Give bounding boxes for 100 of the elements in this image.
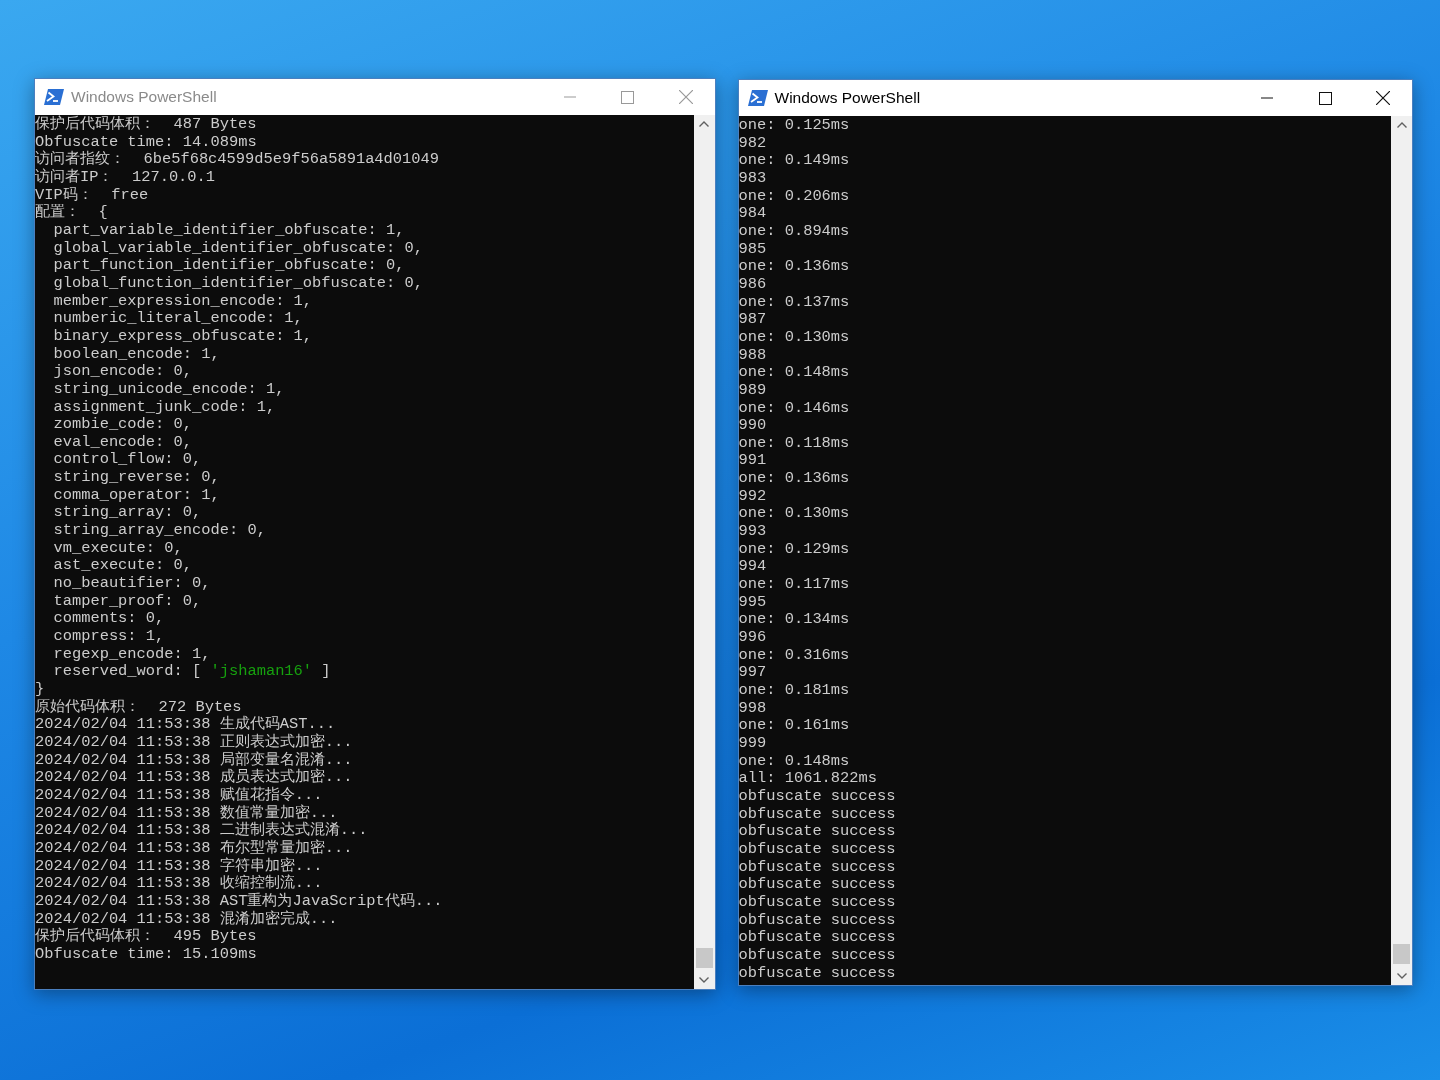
- console-line: comma_operator: 1,: [52, 486, 220, 505]
- console-line: one: 0.161ms: [738, 717, 850, 735]
- console-line: 991: [738, 452, 767, 471]
- console-line: 访问者指纹： 6be5f68c4599d5e9f56a5891a4d01049: [35, 151, 440, 169]
- console-line: 2024/02/04 11:53:38 数值常量加密...: [35, 804, 338, 822]
- console-line: obfuscate success: [738, 964, 896, 983]
- console-line: global_function_identifier_obfuscate: 0,: [52, 274, 423, 293]
- scrollbar-thumb[interactable]: [1393, 944, 1410, 964]
- scrollbar[interactable]: [1391, 116, 1412, 985]
- console-line: one: 0.118ms: [738, 434, 850, 453]
- powershell-icon: [44, 89, 64, 105]
- console-line: 2024/02/04 11:53:38 生成代码AST...: [35, 716, 336, 734]
- console-line: vm_execute: 0,: [52, 539, 183, 558]
- chevron-down-icon: [699, 977, 709, 983]
- console-line: 985: [738, 240, 767, 259]
- console-line: obfuscate success: [738, 929, 896, 947]
- console-line: one: 0.148ms: [738, 364, 850, 382]
- console-line: Obfuscate time: 14.089ms: [35, 133, 257, 151]
- console-line: 992: [738, 487, 767, 506]
- console-line: boolean_encode: 1,: [52, 345, 220, 364]
- chevron-down-icon: [1396, 973, 1407, 979]
- chevron-up-icon: [699, 121, 709, 127]
- minimize-icon: [1261, 97, 1273, 99]
- console-line: binary_express_obfuscate: 1,: [52, 327, 313, 346]
- console-line: one: 0.206ms: [738, 187, 850, 206]
- console-line: 996: [738, 629, 767, 647]
- console-line: one: 0.894ms: [738, 222, 850, 241]
- console-line: 2024/02/04 11:53:38 布尔型常量加密...: [35, 839, 353, 857]
- console-line: string_array_encode: 0,: [52, 522, 266, 540]
- console-line: one: 0.316ms: [738, 646, 850, 665]
- console-line: comments: 0,: [52, 610, 165, 629]
- console-line: eval_encode: 0,: [52, 433, 192, 452]
- console-line: 2024/02/04 11:53:38 赋值花指令...: [35, 786, 323, 804]
- console-line: one: 0.136ms: [738, 470, 850, 488]
- console-line: assignment_junk_code: 1,: [52, 398, 276, 417]
- console-line: obfuscate success: [738, 787, 896, 806]
- console-line: 配置： {: [35, 204, 108, 222]
- console-line: one: 0.117ms: [738, 576, 850, 594]
- powershell-icon: [747, 90, 768, 106]
- console-line: 994: [738, 558, 767, 577]
- console-line: string_unicode_encode: 1,: [52, 380, 285, 399]
- console-line: part_function_identifier_obfuscate: 0,: [52, 257, 405, 275]
- console-line: string_reverse: 0,: [52, 469, 220, 487]
- console-line: one: 0.146ms: [738, 399, 850, 418]
- console-line: 987: [738, 311, 767, 329]
- console-line: 982: [738, 134, 767, 153]
- console-line: 2024/02/04 11:53:38 AST重构为JavaScript代码...: [35, 892, 443, 910]
- console-line: one: 0.134ms: [738, 611, 850, 630]
- console-line: 2024/02/04 11:53:38 局部变量名混淆...: [35, 751, 353, 769]
- console-line: 990: [738, 417, 767, 435]
- console-line: control_flow: 0,: [52, 451, 202, 470]
- console-line: Obfuscate time: 15.109ms: [35, 945, 257, 964]
- console-line: 988: [738, 346, 767, 365]
- console-line: json_encode: 0,: [52, 363, 192, 381]
- close-icon: [1376, 91, 1390, 105]
- console-line: 2024/02/04 11:53:38 成员表达式加密...: [35, 769, 353, 787]
- console-line: 2024/02/04 11:53:38 字符串加密...: [35, 857, 323, 875]
- console-line: regexp_encode: 1,: [52, 645, 211, 664]
- console-line: 原始代码体积： 272 Bytes: [35, 698, 242, 716]
- console-line: compress: 1,: [52, 628, 165, 646]
- console-line: one: 0.137ms: [738, 293, 850, 312]
- scrollbar[interactable]: [693, 115, 715, 989]
- console-line: obfuscate success: [738, 876, 896, 894]
- console-line: reserved_word: [ 'jshaman16' ]: [52, 663, 331, 681]
- console-line: 2024/02/04 11:53:38 收缩控制流...: [35, 875, 323, 893]
- console-line: 997: [738, 664, 767, 682]
- console-line: 998: [738, 699, 767, 718]
- window-title: Windows PowerShell: [71, 88, 218, 106]
- console-line: obfuscate success: [738, 805, 896, 824]
- maximize-icon: [621, 90, 634, 104]
- console-line: 993: [738, 523, 767, 541]
- console-line: one: 0.148ms: [738, 752, 850, 771]
- console-line: 983: [738, 169, 767, 188]
- console-line: 2024/02/04 11:53:38 正则表达式加密...: [35, 733, 353, 751]
- console-line: all: 1061.822ms: [738, 770, 878, 788]
- console-line: 989: [738, 381, 767, 400]
- console-line: one: 0.129ms: [738, 540, 850, 559]
- chevron-up-icon: [1396, 122, 1407, 128]
- console-line: 2024/02/04 11:53:38 二进制表达式混淆...: [35, 822, 368, 840]
- console-line: one: 0.125ms: [738, 117, 850, 135]
- console-line: 984: [738, 205, 767, 223]
- console-line: obfuscate success: [738, 823, 896, 841]
- console-line: 保护后代码体积： 495 Bytes: [35, 928, 257, 946]
- console-line: one: 0.130ms: [738, 505, 850, 524]
- console-line: obfuscate success: [738, 893, 896, 912]
- console-line: numberic_literal_encode: 1,: [52, 310, 303, 328]
- console-line: 访问者IP： 127.0.0.1: [35, 168, 216, 187]
- console-line: 保护后代码体积： 487 Bytes: [35, 116, 257, 134]
- console-line: obfuscate success: [738, 911, 896, 930]
- console-line: one: 0.136ms: [738, 258, 850, 276]
- window-title: Windows PowerShell: [774, 89, 922, 107]
- console-line: VIP码： free: [35, 186, 149, 204]
- console-line: string_array: 0,: [52, 504, 202, 523]
- console-line: global_variable_identifier_obfuscate: 0,: [52, 239, 423, 258]
- console-line: one: 0.149ms: [738, 152, 850, 170]
- console-line: 995: [738, 593, 767, 612]
- console-line: obfuscate success: [738, 840, 896, 859]
- console-line: obfuscate success: [738, 946, 896, 965]
- console-line: member_expression_encode: 1,: [52, 292, 313, 311]
- scrollbar-thumb[interactable]: [695, 948, 713, 968]
